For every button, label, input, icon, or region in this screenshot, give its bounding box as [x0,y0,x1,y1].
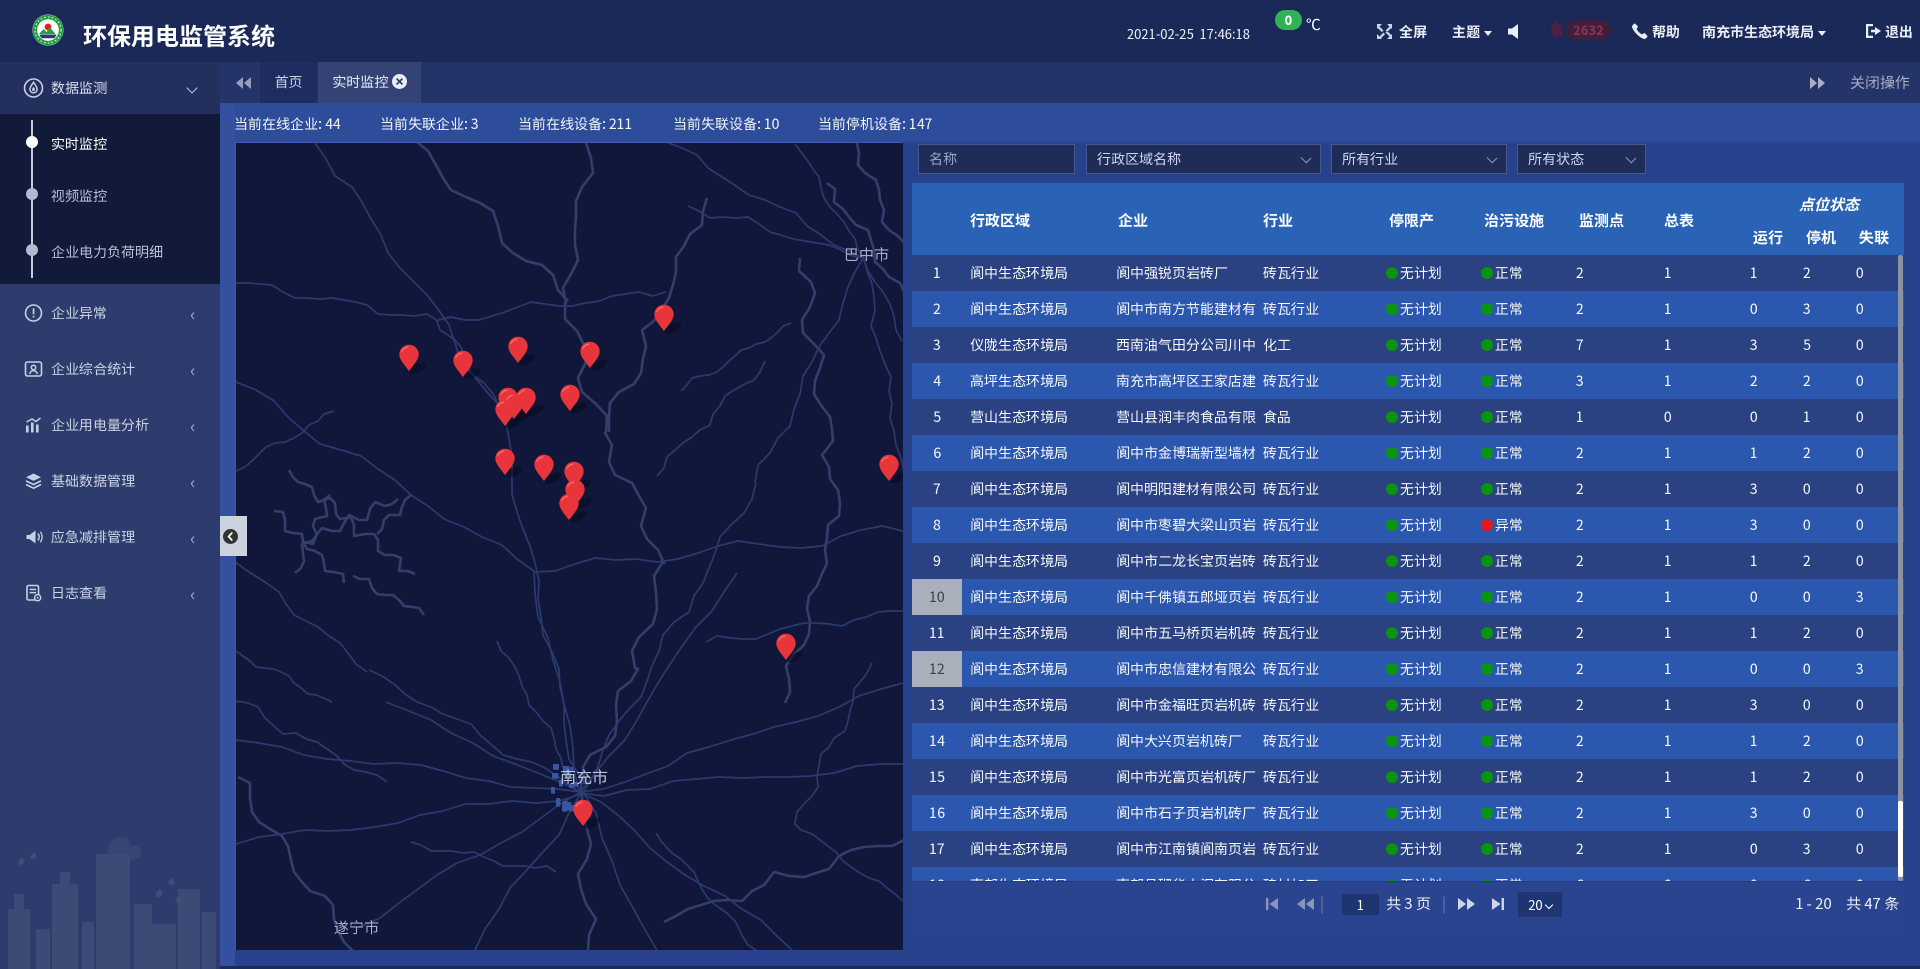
svg-text:遂宁市: 遂宁市 [334,917,379,938]
svg-text:巴中市: 巴中市 [844,244,889,265]
svg-text:南充市: 南充市 [560,764,608,788]
